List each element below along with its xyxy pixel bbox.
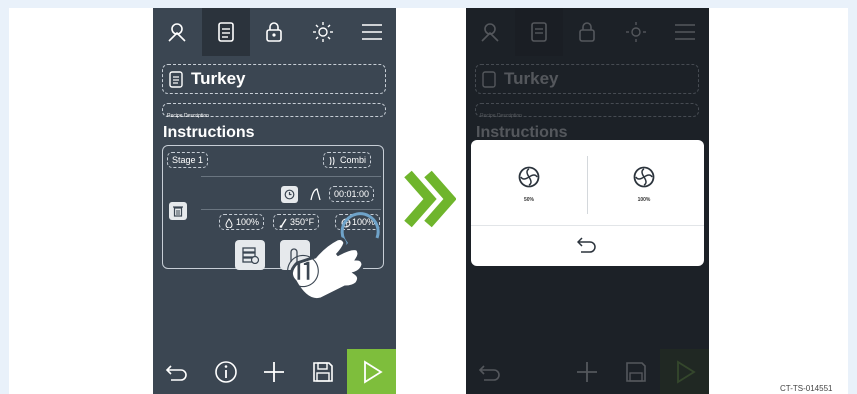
brightness-icon [626,22,647,42]
step-number: ⑪ [286,254,320,292]
brightness-icon [313,22,334,42]
back-button [466,349,515,394]
recipe-icon [169,70,183,88]
mode-label: Combi [340,155,367,165]
tab-menu [660,8,709,56]
back-icon [166,364,188,381]
fan-speed-option-100[interactable]: 100% [614,166,674,203]
timer-button[interactable] [281,186,298,203]
top-tab-bar [153,8,396,56]
save-icon [313,361,333,382]
add-button [563,349,612,394]
layers-icon [242,247,260,264]
tab-lock[interactable] [250,8,299,56]
stage-settings-button[interactable] [235,240,265,270]
temperature-setting[interactable]: 350°F [273,214,320,230]
add-icon [264,361,285,382]
probe-icon[interactable] [308,186,322,202]
divider [201,176,381,177]
save-button [612,349,661,394]
droplet-icon [225,218,233,228]
tab-brightness[interactable] [299,8,348,56]
top-tab-bar [466,8,709,56]
start-button[interactable] [347,349,396,394]
thermometer-icon [279,218,287,228]
tab-recipe [514,8,564,56]
back-button[interactable] [153,349,202,394]
recipe-icon [482,70,496,88]
recipe-icon [531,22,547,42]
timer-value[interactable]: 00:01:00 [329,186,375,202]
recipe-description-field: Recipe Description [475,103,699,119]
user-icon [168,23,186,42]
recipe-icon [218,22,234,42]
info-icon [215,360,237,383]
recipe-title-field[interactable]: Turkey [162,64,386,94]
trash-icon [173,206,183,217]
fan-speed-option-label: 100% [637,197,651,203]
back-icon[interactable] [577,236,597,254]
tab-user[interactable] [153,8,202,56]
recipe-title: Turkey [191,69,246,88]
recipe-description-field[interactable]: Recipe Description [162,103,386,119]
back-icon [479,364,501,381]
humidity-value: 100% [236,217,260,227]
save-icon [626,361,646,382]
clock-icon [284,189,295,200]
recipe-description-placeholder: Recipe Description [167,113,209,119]
fan-speed-option-50[interactable]: 50% [499,166,559,203]
combi-icon [329,156,335,166]
stage-label[interactable]: Stage 1 [167,152,209,168]
popup-divider [587,156,588,214]
add-button[interactable] [250,349,299,394]
menu-icon [361,24,382,40]
lock-icon [266,22,283,42]
popup-divider [471,225,704,226]
user-icon [481,23,499,42]
fan-speed-popup: 50% 100% [471,140,704,266]
instructions-heading: Instructions [163,124,255,141]
figure-caption: CT-TS-014551 [780,384,833,393]
tab-user [466,8,515,56]
bottom-toolbar [466,349,709,394]
recipe-title: Turkey [504,69,559,88]
tab-brightness [612,8,661,56]
tab-recipe[interactable] [201,8,251,56]
lock-icon [579,22,596,42]
fan-icon [518,166,540,188]
temperature-value: 350°F [290,217,315,227]
mode-selector[interactable]: Combi [323,152,372,168]
add-icon [577,361,598,382]
play-icon [363,359,383,384]
double-chevron-right-icon [404,170,456,228]
humidity-setting[interactable]: 100% [219,214,265,230]
fan-speed-option-label: 50% [523,197,534,203]
bottom-toolbar [153,349,396,394]
fan-icon [633,166,655,188]
tab-menu[interactable] [347,8,396,56]
menu-icon [674,24,695,40]
recipe-description-placeholder: Recipe Description [480,113,522,119]
play-icon [676,359,696,384]
tab-lock [563,8,612,56]
recipe-title-field: Turkey [475,64,699,94]
delete-stage-button[interactable] [169,202,187,220]
info-button [515,349,564,394]
save-button[interactable] [299,349,348,394]
oven-screen-before: Turkey Recipe Description Instructions S… [153,8,396,394]
start-button [660,349,709,394]
info-button[interactable] [202,349,251,394]
